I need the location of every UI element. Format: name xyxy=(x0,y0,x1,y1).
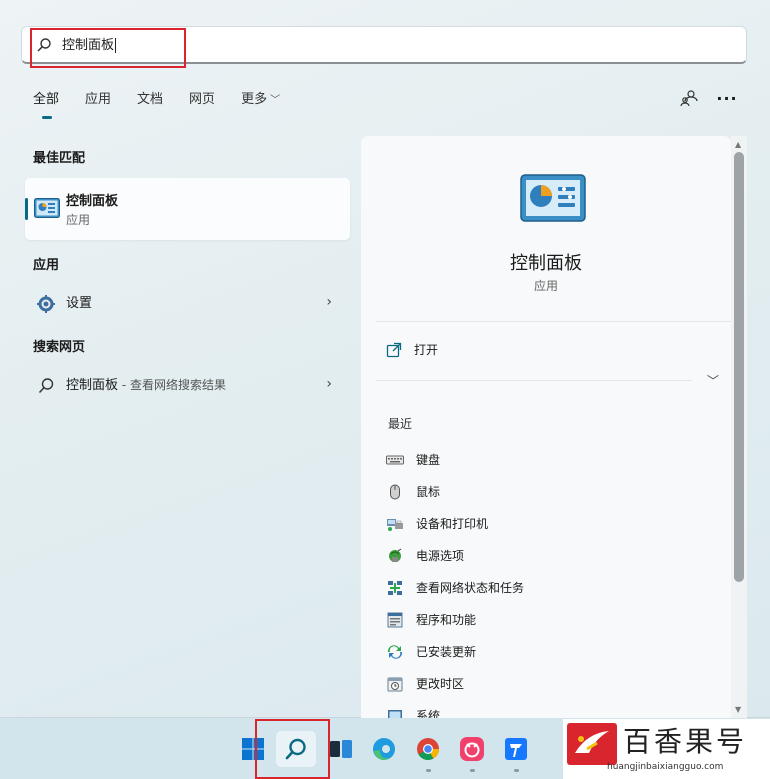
highlight-box-taskbar-search xyxy=(255,719,330,779)
recent-item-label: 鼠标 xyxy=(416,485,441,499)
chevron-down-icon[interactable]: ﹀ xyxy=(707,372,719,389)
detail-title: 控制面板 xyxy=(510,253,582,274)
best-match-heading: 最佳匹配 xyxy=(33,151,86,166)
divider xyxy=(376,380,692,381)
web-item-suffix: - 查看网络搜索结果 xyxy=(118,378,226,392)
power-icon xyxy=(386,548,404,564)
updates-icon xyxy=(386,644,404,660)
control-panel-icon xyxy=(34,198,60,218)
scroll-up-icon[interactable]: ▲ xyxy=(735,140,741,149)
chrome-icon[interactable] xyxy=(413,734,443,764)
running-indicator xyxy=(514,769,519,772)
open-action[interactable]: 打开 xyxy=(386,341,438,358)
apps-heading: 应用 xyxy=(33,258,60,273)
web-heading: 搜索网页 xyxy=(33,340,86,355)
selection-indicator xyxy=(25,198,28,220)
recent-item-label: 查看网络状态和任务 xyxy=(416,581,525,595)
chevron-right-icon: › xyxy=(326,376,332,392)
highlight-box-search xyxy=(30,28,186,68)
watermark-name: 百香果号 xyxy=(623,725,748,758)
more-options-icon[interactable]: ··· xyxy=(716,89,736,108)
task-view-icon[interactable] xyxy=(326,734,356,764)
chevron-right-icon: › xyxy=(326,294,332,310)
system-icon xyxy=(386,708,404,718)
detail-subtitle: 应用 xyxy=(533,279,558,293)
recent-item-label: 更改时区 xyxy=(416,677,465,691)
keyboard-icon xyxy=(386,452,404,468)
recent-item[interactable]: 电源选项 xyxy=(386,547,464,564)
recent-item[interactable]: 查看网络状态和任务 xyxy=(386,579,524,596)
open-label: 打开 xyxy=(414,343,439,357)
mouse-icon xyxy=(386,484,404,500)
scroll-down-icon[interactable]: ▼ xyxy=(735,705,741,714)
store-icon[interactable] xyxy=(501,734,531,764)
best-match-item[interactable]: 控制面板 应用 xyxy=(25,178,350,240)
scrollbar[interactable]: ▲ ▼ xyxy=(731,136,747,718)
app-item-settings[interactable]: 设置 › xyxy=(25,285,350,321)
recent-item-label: 系统 xyxy=(416,709,441,718)
best-match-title: 控制面板 xyxy=(66,194,119,209)
account-switch-icon[interactable] xyxy=(680,89,698,107)
app-icon[interactable] xyxy=(457,734,487,764)
recent-item-label: 已安装更新 xyxy=(416,645,477,659)
web-item-search[interactable]: 控制面板 - 查看网络搜索结果 › xyxy=(25,367,350,403)
recent-item[interactable]: 程序和功能 xyxy=(386,611,476,628)
tab-web[interactable]: 网页 xyxy=(189,92,215,109)
recent-item[interactable]: 鼠标 xyxy=(386,483,440,500)
recent-item[interactable]: 键盘 xyxy=(386,451,440,468)
watermark: 百香果号 huangjinbaixiangguo.com xyxy=(563,719,770,779)
best-match-subtitle: 应用 xyxy=(66,213,91,227)
tab-all[interactable]: 全部 xyxy=(33,92,59,119)
divider xyxy=(376,321,731,322)
network-icon xyxy=(386,580,404,596)
search-icon xyxy=(38,378,54,394)
tab-apps[interactable]: 应用 xyxy=(85,92,111,109)
tab-more[interactable]: 更多 ﹀ xyxy=(241,92,280,109)
clock-icon xyxy=(386,676,404,692)
recent-item[interactable]: 系统 xyxy=(386,707,440,718)
edge-icon[interactable] xyxy=(369,734,399,764)
chevron-down-icon: ﹀ xyxy=(270,95,281,106)
recent-heading: 最近 xyxy=(388,417,413,431)
printer-icon xyxy=(386,516,404,532)
recent-item[interactable]: 设备和打印机 xyxy=(386,515,488,532)
tab-more-label: 更多 xyxy=(241,92,268,107)
recent-item-label: 电源选项 xyxy=(416,549,465,563)
detail-panel: 控制面板 应用 打开 ﹀ 最近 键盘 鼠标 设备和打印机 电源选项 查看网络状态… xyxy=(361,136,731,718)
search-flyout: 控制面板 全部 应用 文档 网页 更多 ﹀ ··· 最佳匹配 控制面板 应用 应用… xyxy=(0,0,770,718)
recent-item-label: 程序和功能 xyxy=(416,613,477,627)
programs-icon xyxy=(386,612,404,628)
watermark-url: huangjinbaixiangguo.com xyxy=(607,762,724,772)
filter-tabs: 全部 应用 文档 网页 更多 ﹀ xyxy=(33,92,306,119)
app-item-label: 设置 xyxy=(66,296,93,311)
web-item-label: 控制面板 xyxy=(66,378,119,393)
recent-item[interactable]: 已安装更新 xyxy=(386,643,476,660)
scrollbar-thumb[interactable] xyxy=(734,152,744,582)
watermark-logo xyxy=(567,723,617,765)
running-indicator xyxy=(426,769,431,772)
open-external-icon xyxy=(386,342,402,357)
recent-item-label: 设备和打印机 xyxy=(416,517,489,531)
web-item-text: 控制面板 - 查看网络搜索结果 xyxy=(66,377,226,394)
tab-documents[interactable]: 文档 xyxy=(137,92,163,109)
top-right-icons: ··· xyxy=(680,89,737,108)
running-indicator xyxy=(470,769,475,772)
recent-item[interactable]: 更改时区 xyxy=(386,675,464,692)
gear-icon xyxy=(37,295,55,313)
recent-item-label: 键盘 xyxy=(416,453,441,467)
control-panel-large-icon xyxy=(520,174,586,222)
